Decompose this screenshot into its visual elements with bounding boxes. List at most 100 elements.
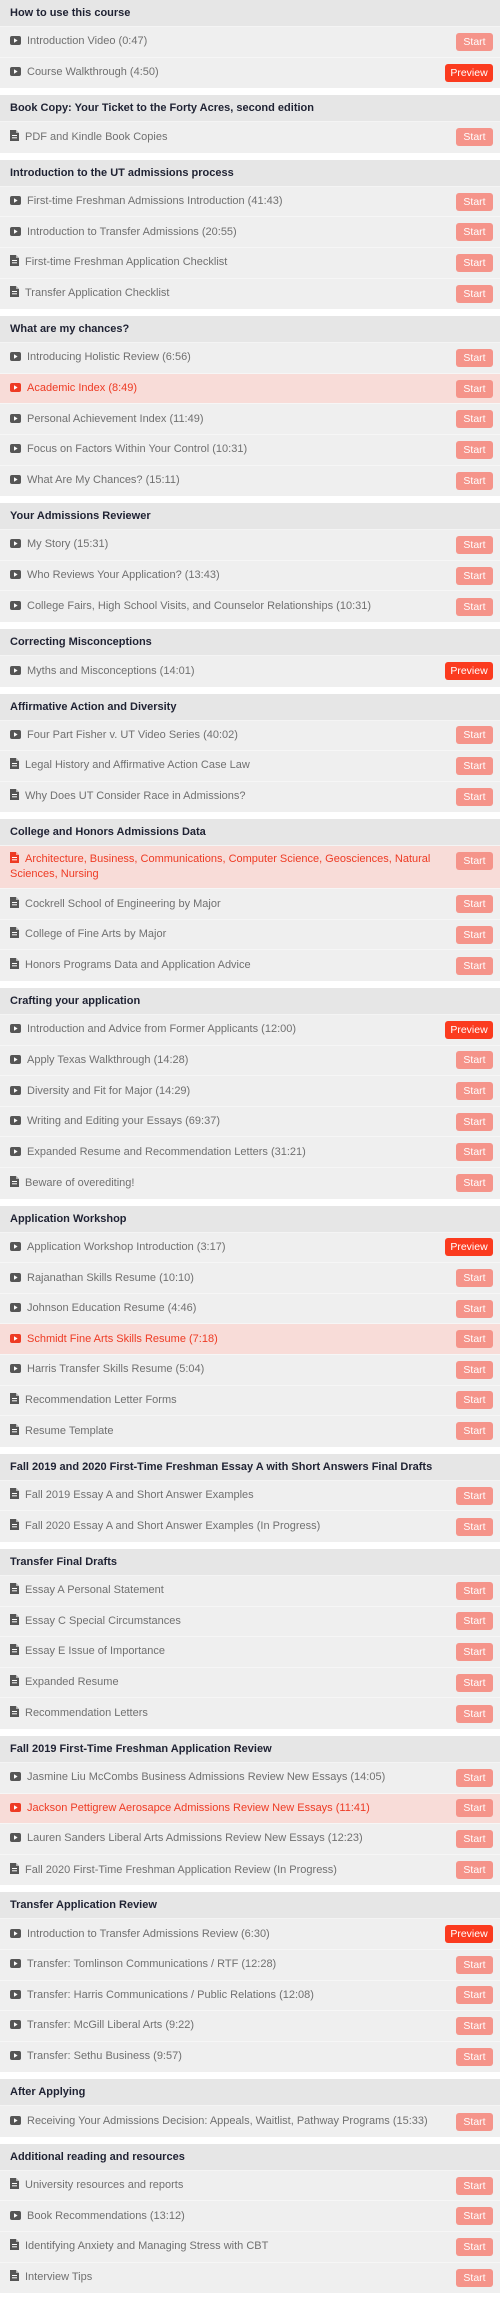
lecture-item[interactable]: Transfer Application Checklist Start (0, 278, 500, 310)
lecture-item[interactable]: Why Does UT Consider Race in Admissions?… (0, 781, 500, 813)
start-button[interactable]: Start (456, 956, 493, 975)
lecture-item[interactable]: Architecture, Business, Communications, … (0, 846, 500, 890)
lecture-item[interactable]: Honors Programs Data and Application Adv… (0, 950, 500, 982)
start-button[interactable]: Start (456, 1330, 493, 1349)
preview-button[interactable]: Preview (445, 1238, 493, 1257)
start-button[interactable]: Start (456, 348, 493, 367)
lecture-item[interactable]: Expanded Resume and Recommendation Lette… (0, 1137, 500, 1169)
start-button[interactable]: Start (456, 410, 493, 429)
lecture-item[interactable]: Essay C Special Circumstances Start (0, 1606, 500, 1638)
lecture-item[interactable]: Rajanathan Skills Resume (10:10) Start (0, 1263, 500, 1294)
lecture-item[interactable]: Application Workshop Introduction (3:17)… (0, 1232, 500, 1264)
start-button[interactable]: Start (456, 1768, 493, 1787)
start-button[interactable]: Start (456, 787, 493, 806)
lecture-item[interactable]: Essay A Personal Statement Start (0, 1575, 500, 1607)
start-button[interactable]: Start (456, 32, 493, 51)
start-button[interactable]: Start (456, 852, 493, 871)
start-button[interactable]: Start (456, 2112, 493, 2131)
start-button[interactable]: Start (456, 471, 493, 490)
lecture-item[interactable]: Transfer: Tomlinson Communications / RTF… (0, 1949, 500, 1981)
lecture-item[interactable]: Jackson Pettigrew Aerosapce Admissions R… (0, 1793, 500, 1825)
lecture-item[interactable]: Four Part Fisher v. UT Video Series (40:… (0, 720, 500, 752)
start-button[interactable]: Start (456, 1174, 493, 1193)
lecture-item[interactable]: Schmidt Fine Arts Skills Resume (7:18) S… (0, 1324, 500, 1355)
start-button[interactable]: Start (456, 597, 493, 616)
start-button[interactable]: Start (456, 1704, 493, 1723)
start-button[interactable]: Start (456, 1082, 493, 1101)
lecture-item[interactable]: Legal History and Affirmative Action Cas… (0, 751, 500, 782)
start-button[interactable]: Start (456, 1299, 493, 1318)
start-button[interactable]: Start (456, 1829, 493, 1848)
start-button[interactable]: Start (456, 1269, 493, 1288)
start-button[interactable]: Start (456, 1391, 493, 1410)
lecture-item[interactable]: Who Reviews Your Application? (13:43) St… (0, 560, 500, 592)
lecture-item[interactable]: Personal Achievement Index (11:49) Start (0, 404, 500, 435)
lecture-item[interactable]: Transfer: Harris Communications / Public… (0, 1980, 500, 2012)
start-button[interactable]: Start (456, 1673, 493, 1692)
start-button[interactable]: Start (456, 2176, 493, 2195)
lecture-item[interactable]: Expanded Resume Start (0, 1667, 500, 1699)
lecture-item[interactable]: College Fairs, High School Visits, and C… (0, 591, 500, 622)
start-button[interactable]: Start (456, 1861, 493, 1880)
lecture-item[interactable]: Lauren Sanders Liberal Arts Admissions R… (0, 1824, 500, 1855)
lecture-item[interactable]: Diversity and Fit for Major (14:29) Star… (0, 1076, 500, 1107)
start-button[interactable]: Start (456, 1112, 493, 1131)
lecture-item[interactable]: Book Recommendations (13:12) Start (0, 2201, 500, 2233)
lecture-item[interactable]: Beware of overediting! Start (0, 1168, 500, 1199)
start-button[interactable]: Start (456, 756, 493, 775)
start-button[interactable]: Start (456, 925, 493, 944)
start-button[interactable]: Start (456, 2016, 493, 2035)
lecture-item[interactable]: Recommendation Letter Forms Start (0, 1385, 500, 1417)
start-button[interactable]: Start (456, 1581, 493, 1600)
start-button[interactable]: Start (456, 2207, 493, 2226)
start-button[interactable]: Start (456, 535, 493, 554)
start-button[interactable]: Start (456, 253, 493, 272)
start-button[interactable]: Start (456, 1422, 493, 1441)
lecture-item[interactable]: University resources and reports Start (0, 2170, 500, 2202)
preview-button[interactable]: Preview (445, 63, 493, 82)
start-button[interactable]: Start (456, 2268, 493, 2287)
start-button[interactable]: Start (456, 1051, 493, 1070)
lecture-item[interactable]: Academic Index (8:49) Start (0, 373, 500, 405)
lecture-item[interactable]: Identifying Anxiety and Managing Stress … (0, 2232, 500, 2263)
preview-button[interactable]: Preview (445, 1020, 493, 1039)
start-button[interactable]: Start (456, 128, 493, 147)
lecture-item[interactable]: Fall 2020 First-Time Freshman Applicatio… (0, 1854, 500, 1886)
lecture-item[interactable]: Johnson Education Resume (4:46) Start (0, 1293, 500, 1325)
lecture-item[interactable]: Introduction and Advice from Former Appl… (0, 1015, 500, 1046)
start-button[interactable]: Start (456, 1642, 493, 1661)
start-button[interactable]: Start (456, 1799, 493, 1818)
start-button[interactable]: Start (456, 379, 493, 398)
lecture-item[interactable]: My Story (15:31) Start (0, 530, 500, 561)
lecture-item[interactable]: Cockrell School of Engineering by Major … (0, 889, 500, 920)
preview-button[interactable]: Preview (445, 1925, 493, 1944)
lecture-item[interactable]: Apply Texas Walkthrough (14:28) Start (0, 1045, 500, 1077)
start-button[interactable]: Start (456, 566, 493, 585)
lecture-item[interactable]: Recommendation Letters Start (0, 1698, 500, 1729)
lecture-item[interactable]: Transfer: McGill Liberal Arts (9:22) Sta… (0, 2011, 500, 2042)
start-button[interactable]: Start (456, 2047, 493, 2066)
lecture-item[interactable]: College of Fine Arts by Major Start (0, 919, 500, 951)
start-button[interactable]: Start (456, 1360, 493, 1379)
lecture-item[interactable]: Introduction to Transfer Admissions (20:… (0, 217, 500, 248)
lecture-item[interactable]: PDF and Kindle Book Copies Start (0, 122, 500, 153)
start-button[interactable]: Start (456, 2237, 493, 2256)
start-button[interactable]: Start (456, 895, 493, 914)
start-button[interactable]: Start (456, 1986, 493, 2005)
lecture-item[interactable]: Transfer: Sethu Business (9:57) Start (0, 2041, 500, 2073)
start-button[interactable]: Start (456, 726, 493, 745)
lecture-item[interactable]: Focus on Factors Within Your Control (10… (0, 434, 500, 466)
start-button[interactable]: Start (456, 1143, 493, 1162)
start-button[interactable]: Start (456, 1486, 493, 1505)
lecture-item[interactable]: Jasmine Liu McCombs Business Admissions … (0, 1762, 500, 1794)
preview-button[interactable]: Preview (445, 662, 493, 681)
lecture-item[interactable]: Myths and Misconceptions (14:01) Preview (0, 655, 500, 687)
start-button[interactable]: Start (456, 223, 493, 242)
lecture-item[interactable]: Fall 2020 Essay A and Short Answer Examp… (0, 1511, 500, 1542)
start-button[interactable]: Start (456, 440, 493, 459)
lecture-item[interactable]: Resume Template Start (0, 1416, 500, 1447)
start-button[interactable]: Start (456, 192, 493, 211)
lecture-item[interactable]: What Are My Chances? (15:11) Start (0, 465, 500, 497)
lecture-item[interactable]: Receiving Your Admissions Decision: Appe… (0, 2106, 500, 2137)
lecture-item[interactable]: Interview Tips Start (0, 2262, 500, 2294)
